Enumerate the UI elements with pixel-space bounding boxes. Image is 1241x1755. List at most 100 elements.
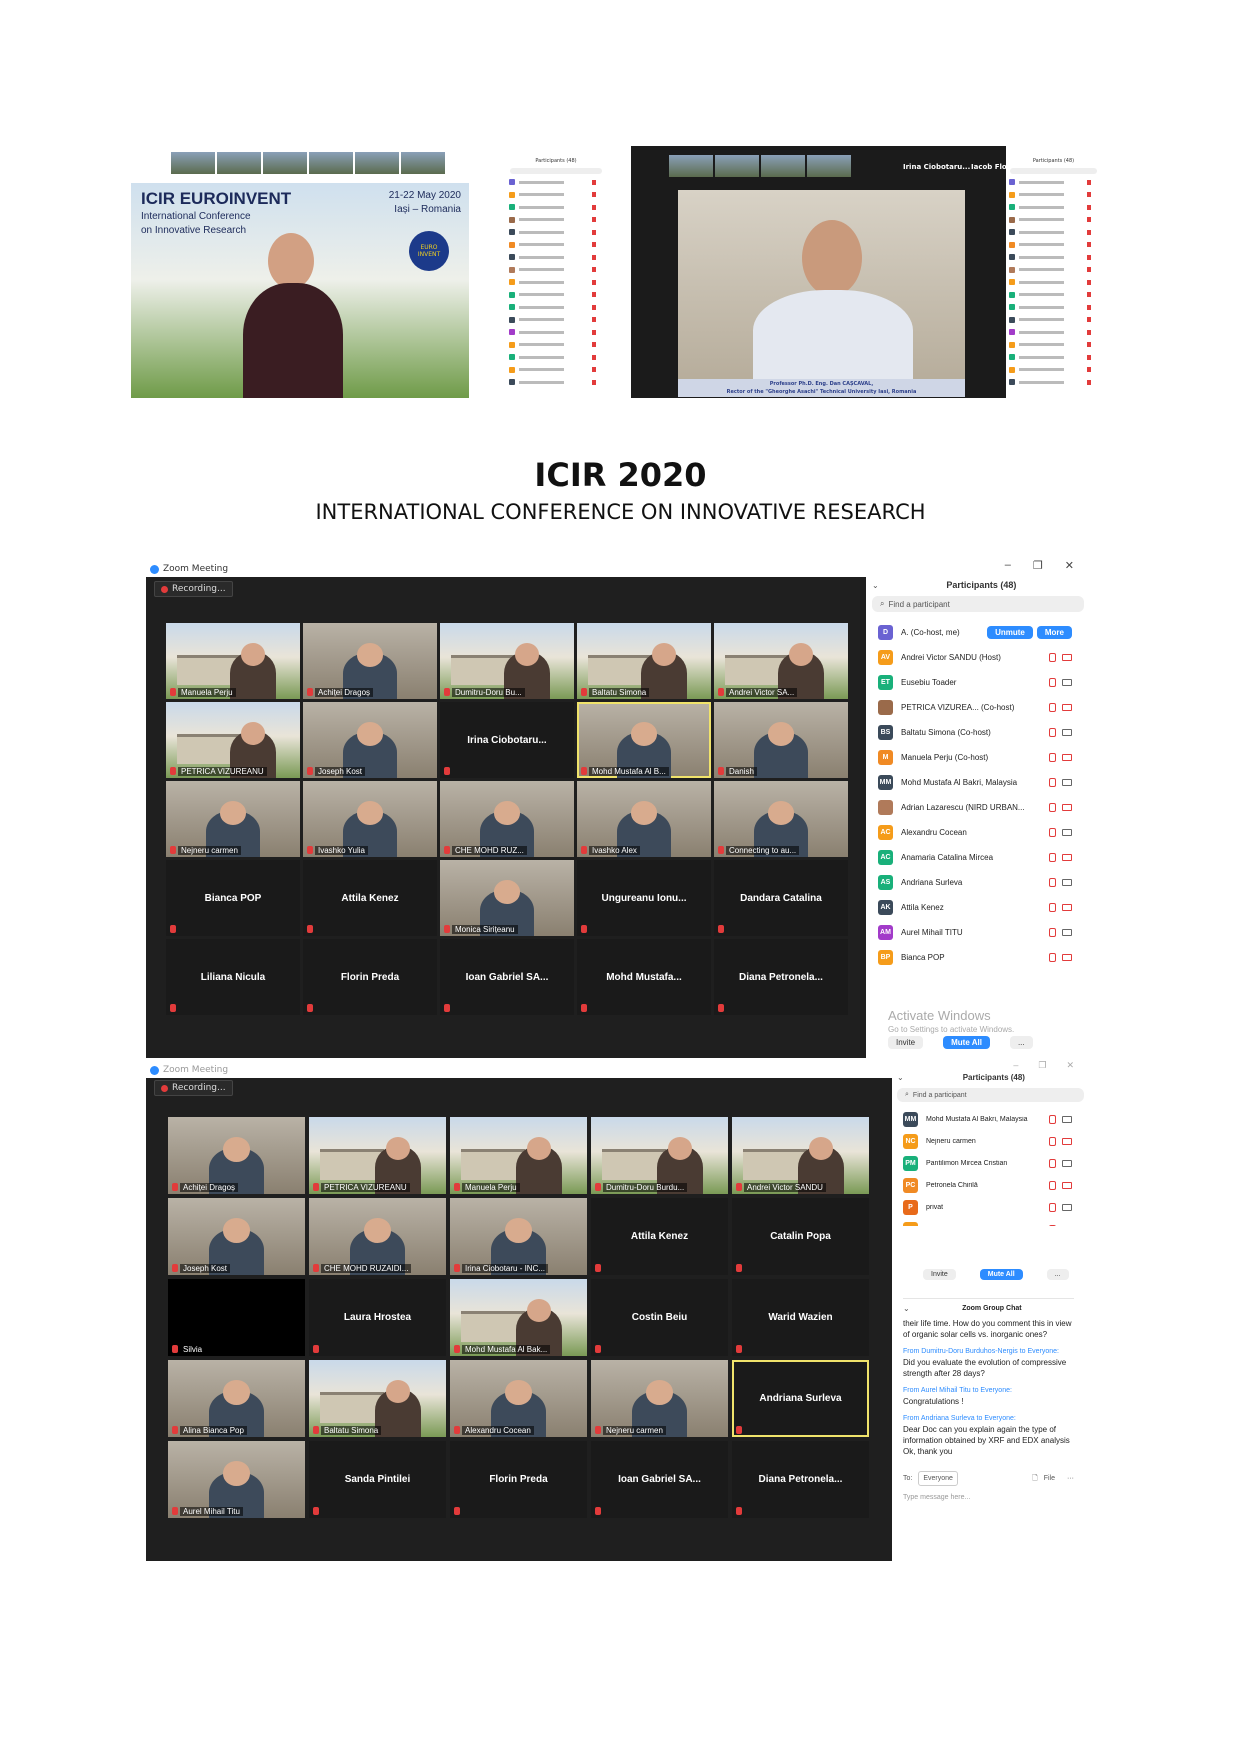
video-tile-silvia[interactable]: Silvia	[168, 1279, 305, 1356]
video-tile-alexandru-cocean[interactable]: Alexandru Cocean	[450, 1360, 587, 1437]
invite-button[interactable]: Invite	[888, 1036, 924, 1049]
video-tile-monica-siri-eanu[interactable]: Monica Sirițeanu	[440, 860, 574, 936]
video-tile-mohd-mustafa-al-b[interactable]: Mohd Mustafa Al B...	[577, 702, 711, 778]
avatar: PC	[903, 1177, 918, 1193]
participant-row[interactable]: Adrian Lazarescu (NIRD URBAN...	[878, 795, 1072, 820]
mute-all-button[interactable]: Mute All	[979, 1269, 1023, 1280]
video-tile-ungureanu-ionu[interactable]: Ungureanu Ionu...	[577, 860, 711, 936]
video-tile-joseph-kost[interactable]: Joseph Kost	[303, 702, 437, 778]
video-tile-ioan-gabriel-sa[interactable]: Ioan Gabriel SA...	[440, 939, 574, 1015]
video-tile-petrica-vizureanu[interactable]: PETRICA VIZUREANU	[309, 1117, 446, 1194]
video-tile-warid-wazien[interactable]: Warid Wazien	[732, 1279, 869, 1356]
video-tile-dandara-catalina[interactable]: Dandara Catalina	[714, 860, 848, 936]
video-tile-andriana-surleva[interactable]: Andriana Surleva	[732, 1360, 869, 1437]
participant-row[interactable]: D A. (Co-host, me) Unmute More	[878, 620, 1072, 645]
more-options-icon[interactable]: ···	[1067, 1473, 1074, 1484]
participant-row[interactable]: BP Bianca POP	[878, 945, 1072, 970]
video-tile-florin-preda[interactable]: Florin Preda	[303, 939, 437, 1015]
close-icon[interactable]: ✕	[1065, 559, 1074, 572]
video-tile-mohd-mustafa[interactable]: Mohd Mustafa...	[577, 939, 711, 1015]
participant-row[interactable]: PM Pantilimon Mircea Cristian	[903, 1152, 1072, 1174]
video-tile-catalin-popa[interactable]: Catalin Popa	[732, 1198, 869, 1275]
video-grid: Manuela Perju Achiței Dragoș Dumitru-Doru …	[166, 623, 848, 1015]
video-tile-ioan-gabriel-sa[interactable]: Ioan Gabriel SA...	[591, 1441, 728, 1518]
video-tile-laura-hrostea[interactable]: Laura Hrostea	[309, 1279, 446, 1356]
unmute-button[interactable]: Unmute	[987, 626, 1033, 639]
video-tile-connecting-to-au[interactable]: Connecting to au...	[714, 781, 848, 857]
minimize-icon[interactable]: –	[1005, 559, 1011, 572]
video-tile-nejneru-carmen[interactable]: Nejneru carmen	[166, 781, 300, 857]
participant-row[interactable]: Pprivat	[903, 1196, 1072, 1218]
participant-row[interactable]: BS Baltatu Simona (Co-host)	[878, 720, 1072, 745]
video-tile-ivashko-yulia[interactable]: Ivashko Yulia	[303, 781, 437, 857]
chevron-down-icon[interactable]: ⌄	[872, 581, 879, 590]
video-tile-baltatu-simona[interactable]: Baltatu Simona	[577, 623, 711, 699]
video-tile-florin-preda[interactable]: Florin Preda	[450, 1441, 587, 1518]
restore-icon[interactable]: ❐	[1033, 559, 1043, 572]
more-button[interactable]: More	[1036, 626, 1072, 639]
participant-row[interactable]: AC Anamaria Catalina Mircea	[878, 845, 1072, 870]
video-tile-petrica-vizureanu[interactable]: PETRICA VIZUREANU	[166, 702, 300, 778]
video-tile-joseph-kost[interactable]: Joseph Kost	[168, 1198, 305, 1275]
more-options-button[interactable]: ...	[1009, 1036, 1033, 1049]
participant-row[interactable]: AC Alexandru Cocean	[878, 820, 1072, 845]
recording-indicator[interactable]: Recording...	[154, 581, 233, 597]
video-tile-dumitru-doru-burdu[interactable]: Dumitru-Doru Burdu...	[591, 1117, 728, 1194]
avatar: BS	[878, 725, 893, 740]
participant-row[interactable]: AV Andrei Victor SANDU (Host)	[878, 645, 1072, 670]
video-tile-andrei-victor-sandu[interactable]: Andrei Victor SANDU	[732, 1117, 869, 1194]
video-tile-sanda-pintilei[interactable]: Sanda Pintilei	[309, 1441, 446, 1518]
video-tile-nejneru-carmen[interactable]: Nejneru carmen	[591, 1360, 728, 1437]
video-tile-alina-bianca-pop[interactable]: Alina Bianca Pop	[168, 1360, 305, 1437]
video-tile-che-mohd-ruzaidi[interactable]: CHE MOHD RUZAIDI...	[309, 1198, 446, 1275]
video-tile-danish[interactable]: Danish	[714, 702, 848, 778]
minimize-icon[interactable]: –	[1013, 1060, 1018, 1071]
participant-row[interactable]: M Manuela Perju (Co-host)	[878, 745, 1072, 770]
participant-row[interactable]: PC Petronela Chirilă	[903, 1174, 1072, 1196]
recording-indicator[interactable]: Recording...	[154, 1080, 233, 1096]
video-tile-irina-ciobotaru-inc[interactable]: Irina Ciobotaru - INC...	[450, 1198, 587, 1275]
video-tile-achi-ei-drago[interactable]: Achiței Dragoș	[303, 623, 437, 699]
file-button[interactable]: File	[1044, 1473, 1055, 1484]
close-icon[interactable]: ✕	[1066, 1060, 1074, 1071]
video-tile-diana-petronela[interactable]: Diana Petronela...	[732, 1441, 869, 1518]
participant-search-input[interactable]: ⌕ Find a participant	[897, 1088, 1084, 1102]
participant-row[interactable]: AS Andriana Surleva	[878, 870, 1072, 895]
participant-row[interactable]: ET Eusebiu Toader	[878, 670, 1072, 695]
video-tile-irina-ciobotaru[interactable]: Irina Ciobotaru...	[440, 702, 574, 778]
participant-row[interactable]: AM Aurel Mihail TITU	[878, 920, 1072, 945]
participant-row[interactable]: AK Attila Kenez	[878, 895, 1072, 920]
video-tile-dumitru-doru-bu[interactable]: Dumitru-Doru Bu...	[440, 623, 574, 699]
mute-all-button[interactable]: Mute All	[943, 1036, 990, 1049]
participant-row[interactable]: NC Nejneru carmen	[903, 1130, 1072, 1152]
video-tile-achi-ei-drago[interactable]: Achiței Dragoș	[168, 1117, 305, 1194]
participant-row[interactable]: SP Sanda Pintilei	[903, 1218, 1072, 1226]
video-tile-diana-petronela[interactable]: Diana Petronela...	[714, 939, 848, 1015]
video-tile-costin-beiu[interactable]: Costin Beiu	[591, 1279, 728, 1356]
video-tile-mohd-mustafa-al-bak[interactable]: Mohd Mustafa Al Bak...	[450, 1279, 587, 1356]
video-tile-bianca-pop[interactable]: Bianca POP	[166, 860, 300, 936]
participant-row[interactable]: MM Mohd Mustafa Al Bakri, Malaysia	[878, 770, 1072, 795]
participant-row[interactable]: PETRICA VIZUREA... (Co-host)	[878, 695, 1072, 720]
invite-button[interactable]: Invite	[923, 1269, 956, 1280]
avatar: BP	[878, 950, 893, 965]
video-tile-liliana-nicula[interactable]: Liliana Nicula	[166, 939, 300, 1015]
video-tile-aurel-mihail-titu[interactable]: Aurel Mihail Titu	[168, 1441, 305, 1518]
video-tile-che-mohd-ruz[interactable]: CHE MOHD RUZ...	[440, 781, 574, 857]
video-tile-ivashko-alex[interactable]: Ivashko Alex	[577, 781, 711, 857]
chevron-down-icon[interactable]: ⌄	[903, 1303, 910, 1314]
file-icon[interactable]: 🗋	[1032, 1473, 1038, 1484]
video-tile-andrei-victor-sa[interactable]: Andrei Victor SA...	[714, 623, 848, 699]
participant-row[interactable]: MM Mohd Mustafa Al Bakri, Malaysia	[903, 1108, 1072, 1130]
chat-message-input[interactable]: Type message here...	[903, 1492, 1074, 1503]
recipient-select[interactable]: Everyone	[918, 1471, 958, 1486]
video-tile-attila-kenez[interactable]: Attila Kenez	[303, 860, 437, 936]
more-options-button[interactable]: ...	[1046, 1269, 1069, 1280]
participant-search-input[interactable]: ⌕ Find a participant	[872, 596, 1084, 612]
video-tile-baltatu-simona[interactable]: Baltatu Simona	[309, 1360, 446, 1437]
video-tile-attila-kenez[interactable]: Attila Kenez	[591, 1198, 728, 1275]
restore-icon[interactable]: ❐	[1038, 1060, 1046, 1071]
video-tile-manuela-perju[interactable]: Manuela Perju	[166, 623, 300, 699]
chevron-down-icon[interactable]: ⌄	[897, 1073, 904, 1082]
video-tile-manuela-perju[interactable]: Manuela Perju	[450, 1117, 587, 1194]
